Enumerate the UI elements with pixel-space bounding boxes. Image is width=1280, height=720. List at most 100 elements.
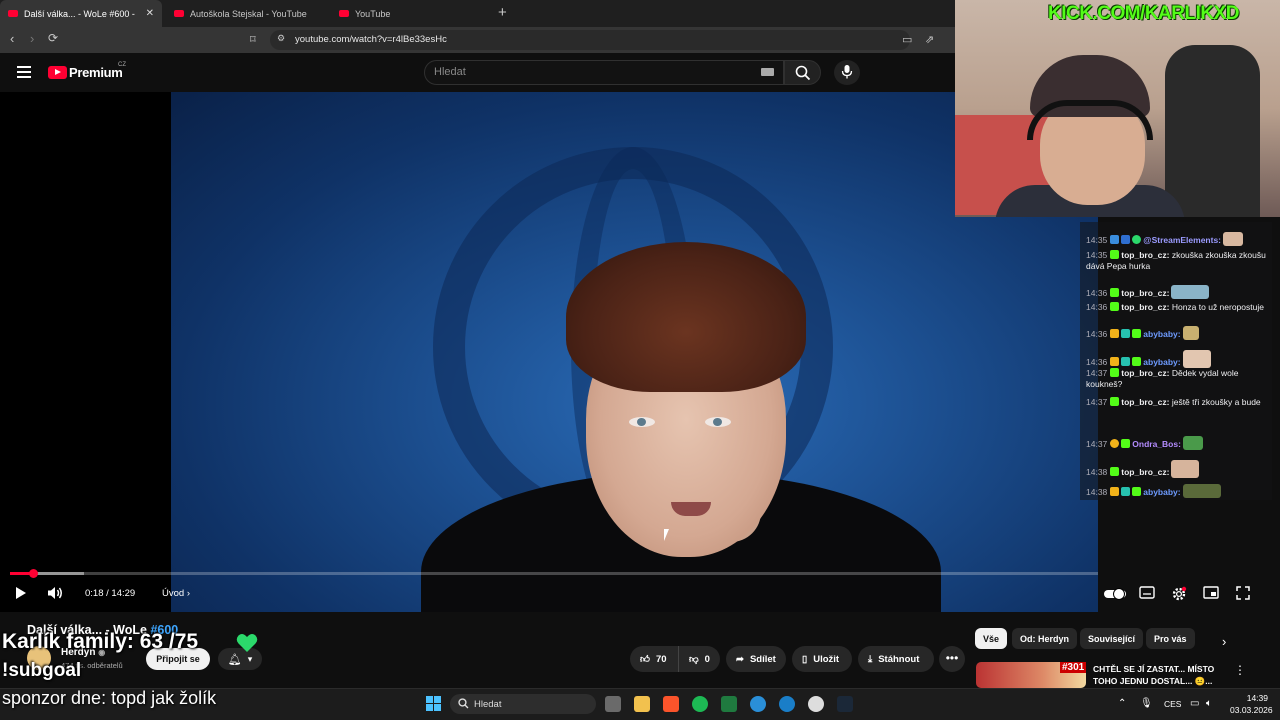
windows-start-icon[interactable] — [426, 696, 442, 712]
close-tab-icon[interactable]: ✕ — [146, 8, 154, 19]
spotify-icon[interactable] — [692, 696, 708, 712]
voice-search-button[interactable] — [834, 60, 860, 85]
youtube-brand[interactable]: Premium — [69, 65, 123, 80]
subgoal-overlay: Karlík family: 63 /75 — [2, 630, 199, 653]
progress-scrubber[interactable] — [28, 569, 38, 578]
chip-all[interactable]: Vše — [975, 628, 1008, 649]
browser-tab[interactable]: Autoškola Stejskal - YouTube — [166, 0, 330, 27]
sponsor-overlay: sponzor dne: topd jak žolík — [2, 688, 217, 708]
search-icon — [458, 698, 469, 709]
emote-icon — [1182, 350, 1211, 368]
fullscreen-button[interactable] — [1236, 586, 1250, 603]
headphones-icon — [1027, 100, 1153, 140]
menu-icon[interactable] — [17, 66, 31, 81]
chat-message: 14:38 top_bro_cz: — [1086, 460, 1270, 478]
cast-icon[interactable]: ▭ — [902, 33, 912, 46]
taskbar-clock[interactable]: 14:39 03.03.2026 — [1230, 692, 1273, 716]
emote-icon — [1182, 326, 1199, 340]
reload-icon[interactable]: ⟳ — [48, 31, 58, 45]
gear-icon — [1172, 586, 1187, 601]
forward-icon[interactable]: › — [30, 31, 34, 46]
taskbar-search[interactable] — [450, 694, 596, 714]
youtube-favicon-icon — [8, 10, 18, 17]
subtitles-button[interactable] — [1139, 586, 1155, 602]
brave-browser-icon[interactable] — [663, 696, 679, 712]
subtitles-icon — [1139, 586, 1155, 599]
share-icon[interactable]: ⇗ — [925, 33, 934, 46]
dislike-button[interactable]: 👎︎ 0 — [678, 646, 720, 672]
youtube-logo-icon[interactable] — [48, 66, 67, 79]
sub-badge-icon — [1110, 368, 1120, 377]
network-icon[interactable]: ▭ — [1190, 698, 1199, 709]
chat-message: 14:37 top_bro_cz: ještě tři zkoušky a bud… — [1086, 397, 1261, 407]
chapter-button[interactable]: Úvod › — [162, 588, 190, 599]
back-icon[interactable]: ‹ — [10, 31, 14, 46]
save-button[interactable]: ▯ Uložit — [792, 646, 852, 672]
search-placeholder: Hledat — [434, 66, 466, 78]
presenter-eye — [705, 417, 731, 427]
taskbar-search-label: Hledat — [474, 699, 502, 710]
volume-button[interactable] — [47, 586, 64, 603]
keyboard-icon[interactable] — [761, 68, 774, 76]
chip-related[interactable]: Související — [1080, 628, 1144, 649]
download-icon: ⤓ — [868, 653, 873, 665]
subgoal-command: !subgoal — [2, 660, 82, 681]
app-icon[interactable] — [750, 696, 766, 712]
sub-badge-icon — [1110, 250, 1120, 259]
chat-message: 14:36 top_bro_cz: — [1086, 285, 1270, 299]
search-button[interactable] — [784, 60, 821, 85]
bookmark-icon[interactable]: ⌑ — [250, 33, 256, 46]
search-icon — [795, 65, 811, 81]
app-icon[interactable] — [808, 696, 824, 712]
emote-icon — [1182, 484, 1221, 498]
badge-icon — [1121, 487, 1131, 496]
chevron-up-icon[interactable]: ⌃ — [1118, 698, 1126, 709]
badge-icon — [1121, 357, 1131, 366]
coin-badge-icon — [1110, 439, 1120, 448]
chat-message: 14:36 abybaby: — [1086, 326, 1270, 340]
chat-message: 14:35 @StreamElements: — [1086, 232, 1270, 246]
app-icon[interactable] — [779, 696, 795, 712]
browser-tab[interactable]: YouTube — [331, 0, 491, 27]
youtube-favicon-icon — [174, 10, 184, 17]
chip-for-you[interactable]: Pro vás — [1146, 628, 1195, 649]
chevron-right-icon: › — [186, 588, 190, 599]
autoplay-toggle[interactable] — [1104, 587, 1126, 603]
sub-badge-icon — [1110, 302, 1120, 311]
more-actions-button[interactable]: ••• — [939, 646, 965, 672]
autoplay-toggle-icon — [1104, 588, 1126, 600]
volume-icon[interactable]: 🔈︎ — [1206, 698, 1212, 709]
excel-icon[interactable] — [721, 696, 737, 712]
emote-icon — [1223, 232, 1244, 246]
chat-message: 14:37 Ondra_Bos: — [1086, 436, 1270, 450]
site-info-icon[interactable]: ⚙ — [277, 33, 285, 44]
download-button[interactable]: ⤓ Stáhnout — [858, 646, 934, 672]
miniplayer-button[interactable] — [1203, 586, 1219, 602]
sub-badge-icon — [1110, 397, 1120, 406]
recommendation-menu-icon[interactable]: ⋮ — [1234, 663, 1246, 677]
search-input[interactable] — [424, 60, 784, 85]
progress-bar[interactable] — [10, 572, 1098, 575]
task-view-icon[interactable] — [605, 696, 621, 712]
share-button[interactable]: ➦ Sdílet — [726, 646, 786, 672]
steam-icon[interactable] — [837, 696, 853, 712]
webcam-gaming-chair — [1165, 45, 1260, 217]
heart-icon — [236, 634, 258, 652]
browser-tab-active[interactable]: Další válka... - WoLe #600 - YouT ✕ — [0, 0, 162, 27]
chevron-down-icon: ▾ — [247, 653, 253, 664]
input-language[interactable]: CES — [1164, 699, 1181, 709]
microphone-icon[interactable]: 🎙︎ — [1140, 698, 1153, 709]
emote-icon — [1171, 460, 1200, 478]
file-explorer-icon[interactable] — [634, 696, 650, 712]
settings-button[interactable] — [1171, 586, 1187, 605]
chat-message: 14:36 abybaby: — [1086, 350, 1270, 368]
chip-from-channel[interactable]: Od: Herdyn — [1012, 628, 1078, 649]
chevron-right-icon[interactable]: › — [1222, 634, 1226, 649]
tab-label: Další válka... - WoLe #600 - YouT — [24, 8, 136, 19]
recommendation-episode: #301 — [1060, 662, 1087, 673]
url-text[interactable]: youtube.com/watch?v=r4lBe33esHc — [295, 34, 447, 45]
recommendation-title[interactable]: CHTĚL SE JÍ ZASTAT... MÍSTO TOHO JEDNU D… — [1093, 663, 1223, 687]
play-button[interactable] — [14, 586, 28, 603]
like-button[interactable]: 👍︎ 70 — [630, 646, 678, 672]
new-tab-button[interactable]: + — [498, 4, 507, 21]
